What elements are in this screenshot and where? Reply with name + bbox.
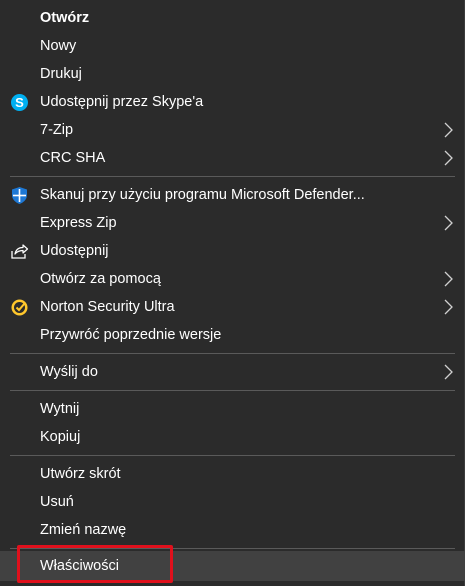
menu-item-label: Otwórz za pomocą [40,271,161,287]
menu-item-label: Zmień nazwę [40,522,127,538]
menu-item-cut[interactable]: Wytnij [0,395,465,423]
menu-item-label: Wyślij do [40,364,98,380]
microsoft-defender-icon [10,186,29,205]
chevron-right-icon [444,271,453,287]
menu-separator [10,548,455,549]
menu-item-label: Właściwości [40,558,119,574]
menu-item-print[interactable]: Drukuj [0,60,465,88]
menu-item-create-shortcut[interactable]: Utwórz skrót [0,460,465,488]
menu-item-rename[interactable]: Zmień nazwę [0,516,465,544]
menu-item-norton[interactable]: Norton Security Ultra [0,293,465,321]
chevron-right-icon [444,364,453,380]
skype-icon: S [10,93,29,112]
menu-item-label: Udostępnij przez Skype'a [40,94,204,110]
chevron-right-icon [444,122,453,138]
menu-item-7zip[interactable]: 7-Zip [0,116,465,144]
share-icon [10,242,29,261]
menu-item-label: CRC SHA [40,150,106,166]
menu-item-label: Kopiuj [40,429,81,445]
menu-separator [10,176,455,177]
menu-item-crc-sha[interactable]: CRC SHA [0,144,465,172]
menu-item-label: Norton Security Ultra [40,299,175,315]
menu-item-label: Udostępnij [40,243,109,259]
menu-item-send-to[interactable]: Wyślij do [0,358,465,386]
menu-item-label: Przywróć poprzednie wersje [40,327,222,343]
menu-item-express-zip[interactable]: Express Zip [0,209,465,237]
menu-item-label: Utwórz skrót [40,466,121,482]
menu-item-delete[interactable]: Usuń [0,488,465,516]
menu-item-label: 7-Zip [40,122,74,138]
menu-item-label: Usuń [40,494,74,510]
context-menu: Otwórz Nowy Drukuj S Udostępnij przez Sk… [0,0,465,586]
chevron-right-icon [444,215,453,231]
menu-separator [10,353,455,354]
menu-item-share[interactable]: Udostępnij [0,237,465,265]
menu-item-label: Nowy [40,38,77,54]
menu-item-label: Express Zip [40,215,117,231]
menu-item-copy[interactable]: Kopiuj [0,423,465,451]
menu-item-defender-scan[interactable]: Skanuj przy użyciu programu Microsoft De… [0,181,465,209]
menu-separator [10,390,455,391]
menu-item-label: Drukuj [40,66,82,82]
menu-separator [10,455,455,456]
svg-text:S: S [15,95,24,110]
menu-item-label: Skanuj przy użyciu programu Microsoft De… [40,187,365,203]
chevron-right-icon [444,150,453,166]
menu-item-restore-previous-versions[interactable]: Przywróć poprzednie wersje [0,321,465,349]
menu-item-label: Otwórz [40,10,90,26]
menu-item-properties[interactable]: Właściwości [0,551,465,581]
norton-icon [10,298,29,317]
menu-item-share-skype[interactable]: S Udostępnij przez Skype'a [0,88,465,116]
menu-item-open-with[interactable]: Otwórz za pomocą [0,265,465,293]
menu-item-label: Wytnij [40,401,80,417]
chevron-right-icon [444,299,453,315]
menu-item-new[interactable]: Nowy [0,32,465,60]
menu-item-open[interactable]: Otwórz [0,4,465,32]
